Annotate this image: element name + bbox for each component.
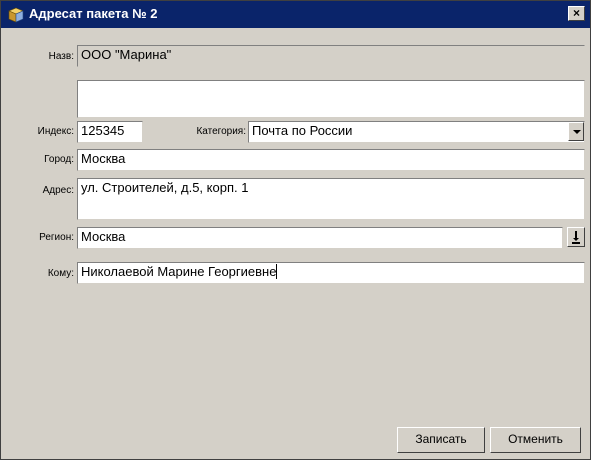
package-icon: [8, 7, 24, 23]
name-field[interactable]: ООО "Марина": [77, 45, 585, 67]
text-cursor: [276, 264, 278, 279]
city-label: Город:: [44, 154, 74, 165]
city-field[interactable]: Москва: [77, 149, 585, 171]
cancel-button[interactable]: Отменить: [490, 427, 581, 453]
index-label: Индекс:: [37, 126, 74, 137]
index-field[interactable]: 125345: [77, 121, 143, 143]
category-label: Категория:: [196, 126, 246, 137]
category-dropdown-button[interactable]: [568, 122, 584, 141]
title-bar[interactable]: Адресат пакета № 2 ×: [1, 1, 590, 28]
region-pick-button[interactable]: [567, 227, 585, 247]
recipient-field[interactable]: Николаевой Марине Георгиевне: [77, 262, 585, 284]
region-label: Регион:: [39, 232, 74, 243]
download-arrow-icon: [572, 231, 580, 244]
category-select[interactable]: Почта по России: [248, 121, 585, 143]
address-label: Адрес:: [42, 185, 74, 196]
name-label: Назв:: [48, 51, 74, 62]
save-button[interactable]: Записать: [397, 427, 485, 453]
dialog-window: Адресат пакета № 2 × Назв: ООО "Марина" …: [0, 0, 591, 460]
address-field[interactable]: ул. Строителей, д.5, корп. 1: [77, 178, 585, 220]
recipient-value: Николаевой Марине Георгиевне: [81, 264, 277, 279]
close-button[interactable]: ×: [568, 6, 585, 21]
recipient-label: Кому:: [47, 268, 74, 279]
region-field[interactable]: Москва: [77, 227, 563, 249]
name-extra-field[interactable]: [77, 80, 585, 118]
chevron-down-icon: [573, 130, 581, 134]
window-title: Адресат пакета № 2: [29, 6, 158, 21]
close-icon: ×: [572, 6, 580, 20]
